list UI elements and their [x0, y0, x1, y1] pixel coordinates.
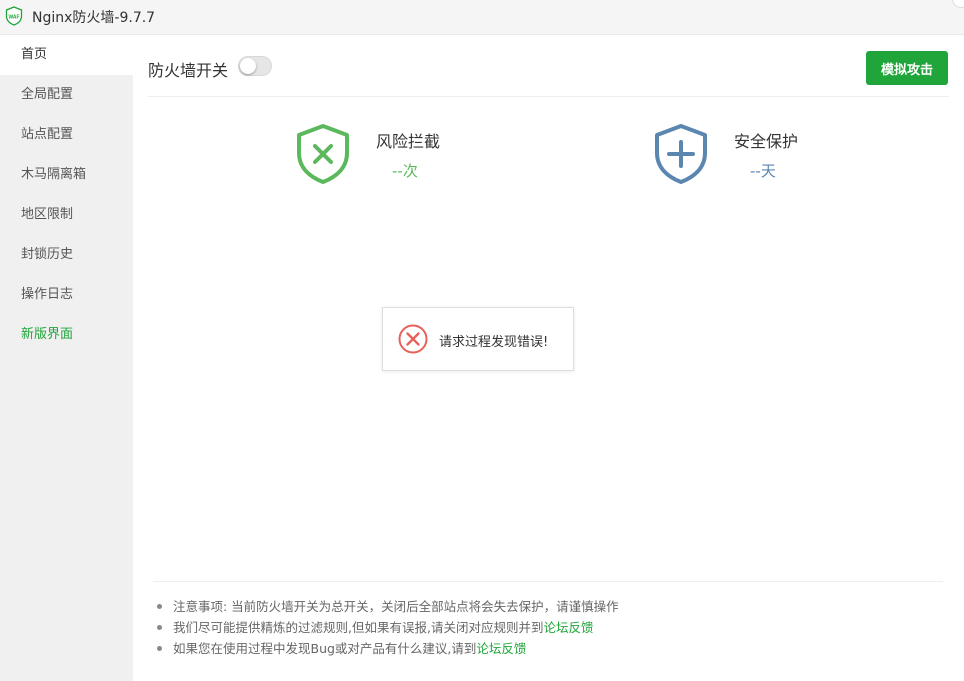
- sidebar-item-global-config[interactable]: 全局配置: [0, 75, 133, 115]
- sidebar-item-block-history[interactable]: 封锁历史: [0, 235, 133, 275]
- sidebar-item-operation-log[interactable]: 操作日志: [0, 275, 133, 315]
- firewall-switch-label: 防火墙开关: [148, 61, 229, 80]
- window-title: Nginx防火墙-9.7.7: [32, 10, 156, 26]
- note-item: 如果您在使用过程中发现Bug或对产品有什么建议,请到论坛反馈: [153, 638, 943, 659]
- risk-intercept-title: 风险拦截: [376, 132, 441, 151]
- shield-plus-icon: [655, 124, 707, 184]
- simulate-attack-button[interactable]: 模拟攻击: [866, 51, 948, 85]
- bullet-dot: [157, 604, 162, 609]
- sidebar-item-site-config[interactable]: 站点配置: [0, 115, 133, 155]
- note-item: 我们尽可能提供精炼的过滤规则,但如果有误报,请关闭对应规则并到论坛反馈: [153, 617, 943, 638]
- security-protection-title: 安全保护: [734, 132, 799, 151]
- svg-text:WAF: WAF: [8, 15, 19, 21]
- error-toast: 请求过程发现错误!: [382, 307, 574, 371]
- main-content: 防火墙开关 模拟攻击 风险拦截 --次 安全保护 --天 请求过程发现错误! 注…: [133, 35, 964, 681]
- waf-shield-icon: WAF: [5, 6, 23, 26]
- note-text: 注意事项: 当前防火墙开关为总开关，关闭后全部站点将会失去保护，请谨慎操作: [173, 599, 619, 614]
- window-corner-button[interactable]: [952, 0, 964, 8]
- error-message: 请求过程发现错误!: [439, 335, 549, 350]
- title-bar: WAF Nginx防火墙-9.7.7: [0, 0, 964, 35]
- forum-feedback-link[interactable]: 论坛反馈: [476, 641, 526, 656]
- note-item: 注意事项: 当前防火墙开关为总开关，关闭后全部站点将会失去保护，请谨慎操作: [153, 596, 943, 617]
- note-text: 我们尽可能提供精炼的过滤规则,但如果有误报,请关闭对应规则并到: [173, 620, 544, 635]
- sidebar-item-home[interactable]: 首页: [0, 35, 133, 75]
- sidebar-item-new-ui[interactable]: 新版界面: [0, 315, 133, 355]
- forum-feedback-link[interactable]: 论坛反馈: [543, 620, 593, 635]
- sidebar: 首页 全局配置 站点配置 木马隔离箱 地区限制 封锁历史 操作日志 新版界面: [0, 35, 133, 681]
- firewall-toggle[interactable]: [238, 56, 272, 76]
- error-circle-icon: [398, 324, 428, 354]
- toggle-knob: [240, 58, 256, 74]
- toolbar: 防火墙开关 模拟攻击: [148, 35, 949, 97]
- security-protection-value: --天: [750, 162, 776, 180]
- risk-intercept-value: --次: [392, 162, 418, 180]
- bullet-dot: [157, 625, 162, 630]
- bullet-dot: [157, 646, 162, 651]
- shield-x-icon: [297, 124, 349, 184]
- sidebar-item-trojan-quarantine[interactable]: 木马隔离箱: [0, 155, 133, 195]
- note-text: 如果您在使用过程中发现Bug或对产品有什么建议,请到: [173, 641, 477, 656]
- sidebar-item-region-limit[interactable]: 地区限制: [0, 195, 133, 235]
- notes-list: 注意事项: 当前防火墙开关为总开关，关闭后全部站点将会失去保护，请谨慎操作 我们…: [153, 581, 943, 659]
